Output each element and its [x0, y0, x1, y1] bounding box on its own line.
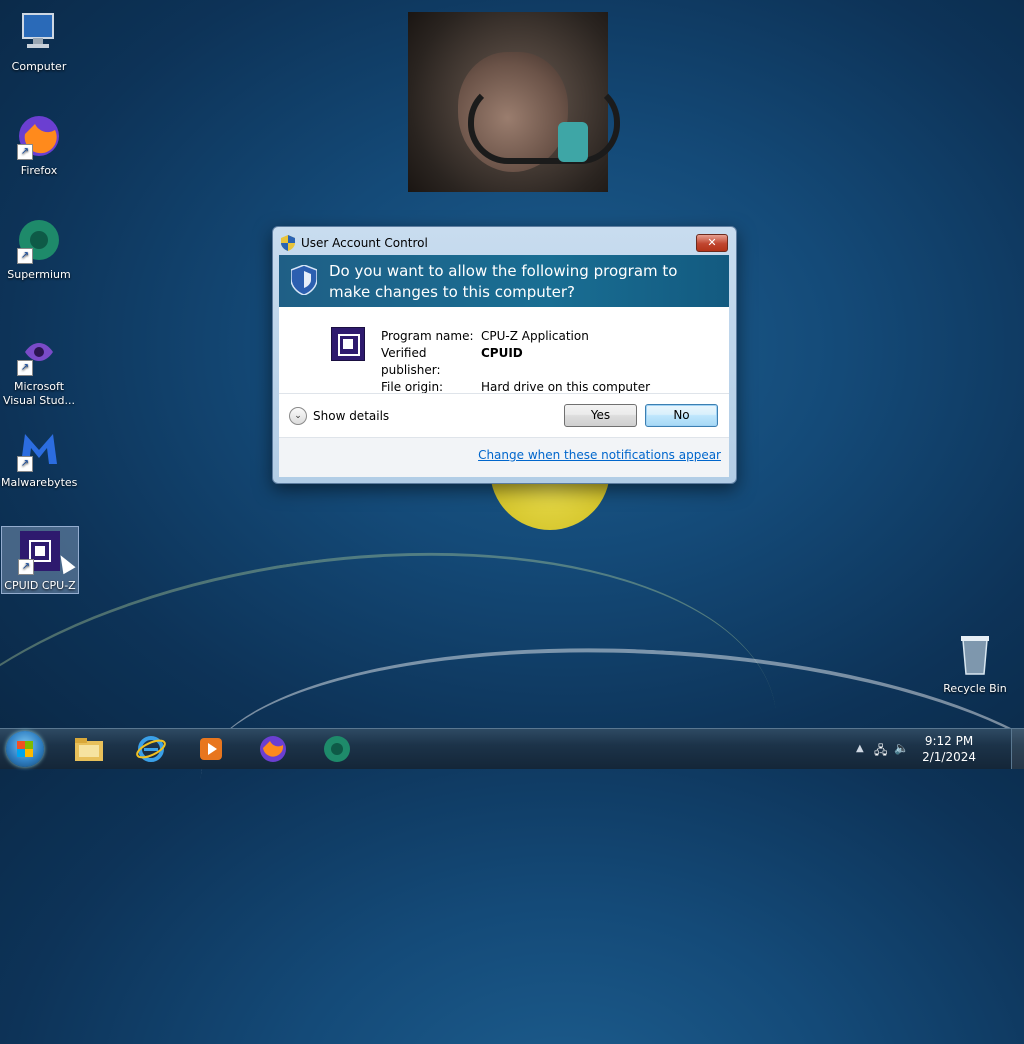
media-player-icon [200, 738, 222, 760]
desktop-icon-label: Recycle Bin [943, 682, 1007, 695]
shortcut-arrow-icon: ↗ [17, 456, 33, 472]
show-details-label: Show details [313, 409, 390, 423]
network-icon[interactable]: 🖧 [874, 741, 887, 762]
taskbar: ▲ 🖧 🔈 9:12 PM 2/1/2024 [0, 728, 1024, 769]
shortcut-arrow-icon: ↗ [17, 248, 33, 264]
internet-explorer-icon [136, 736, 166, 762]
computer-icon [15, 8, 63, 56]
dialog-titlebar: User Account Control [281, 235, 428, 251]
yes-button[interactable]: Yes [564, 404, 637, 427]
clock-time: 9:12 PM [924, 734, 974, 748]
program-info: Program name: CPU-Z Application Verified … [381, 328, 650, 396]
desktop-icon-supermium[interactable]: ↗ Supermium [1, 216, 77, 282]
desktop-icon-firefox[interactable]: ↗ Firefox [1, 112, 77, 178]
uac-dialog: User Account Control ✕ Do you want to al… [272, 226, 737, 484]
desktop-icon-label: Computer [11, 60, 67, 73]
taskbar-item-supermium[interactable] [310, 733, 364, 765]
program-name-label: Program name: [381, 329, 474, 343]
desktop-icon-malwarebytes[interactable]: ↗ Malwarebytes [1, 424, 77, 490]
shortcut-arrow-icon: ↗ [17, 360, 33, 376]
desktop-icon-label: Malwarebytes [1, 476, 78, 489]
firefox-icon: ↗ [15, 112, 63, 160]
program-icon [331, 327, 365, 361]
show-hidden-icons-icon[interactable]: ▲ [856, 743, 864, 754]
shield-icon [291, 265, 317, 295]
shortcut-arrow-icon: ↗ [18, 559, 34, 575]
program-name-value: CPU-Z Application [481, 329, 589, 343]
taskbar-item-explorer[interactable] [62, 733, 116, 765]
shortcut-arrow-icon: ↗ [17, 144, 33, 160]
close-button[interactable]: ✕ [696, 234, 728, 252]
show-desktop-button[interactable] [1011, 729, 1024, 769]
dialog-banner: Do you want to allow the following progr… [279, 255, 729, 307]
wallpaper-swoosh [0, 499, 806, 1044]
divider [279, 393, 729, 394]
uac-shield-icon [281, 235, 295, 251]
desktop-icon-recycle-bin[interactable]: Recycle Bin [937, 630, 1013, 696]
visual-studio-icon: ↗ [15, 328, 63, 376]
desktop-icon-label: Firefox [20, 164, 58, 177]
desktop-icon-label: CPUID CPU-Z [4, 579, 76, 592]
desktop-icon-label: Supermium [7, 268, 71, 281]
recycle-bin-icon [951, 630, 999, 678]
clock-date: 2/1/2024 [922, 750, 976, 764]
divider [279, 437, 729, 438]
system-tray: ▲ 🖧 🔈 9:12 PM 2/1/2024 [854, 729, 1024, 769]
desktop-icon-computer[interactable]: Computer [1, 8, 77, 74]
taskbar-item-media-player[interactable] [184, 733, 238, 765]
volume-muted-icon[interactable]: 🔈 [894, 741, 909, 755]
malwarebytes-icon: ↗ [15, 424, 63, 472]
supermium-icon: ↗ [15, 216, 63, 264]
no-button[interactable]: No [645, 404, 718, 427]
supermium-icon [324, 736, 350, 762]
desktop-icon-visual-studio[interactable]: ↗ Microsoft Visual Stud... [1, 328, 77, 408]
firefox-icon [260, 736, 286, 762]
chevron-down-icon: ⌄ [289, 407, 307, 425]
clock[interactable]: 9:12 PM 2/1/2024 [922, 733, 976, 765]
start-button[interactable] [6, 731, 44, 767]
cpu-z-icon: ↗ [16, 527, 64, 575]
taskbar-item-firefox[interactable] [246, 733, 300, 765]
publisher-label: Verified publisher: [381, 346, 441, 377]
file-explorer-icon [75, 738, 103, 761]
windows-logo-icon [17, 741, 33, 757]
desktop-icon-label: Microsoft Visual Stud... [2, 380, 76, 407]
dialog-body: Program name: CPU-Z Application Verified … [279, 307, 729, 477]
change-notifications-link[interactable]: Change when these notifications appear [478, 448, 721, 462]
wallpaper-swoosh [192, 626, 1024, 978]
taskbar-item-internet-explorer[interactable] [124, 733, 178, 765]
dialog-title: User Account Control [301, 236, 428, 250]
desktop-photo [408, 12, 620, 192]
show-details-toggle[interactable]: ⌄ Show details [289, 407, 389, 425]
dialog-question: Do you want to allow the following progr… [329, 262, 678, 301]
publisher-value: CPUID [481, 346, 523, 360]
